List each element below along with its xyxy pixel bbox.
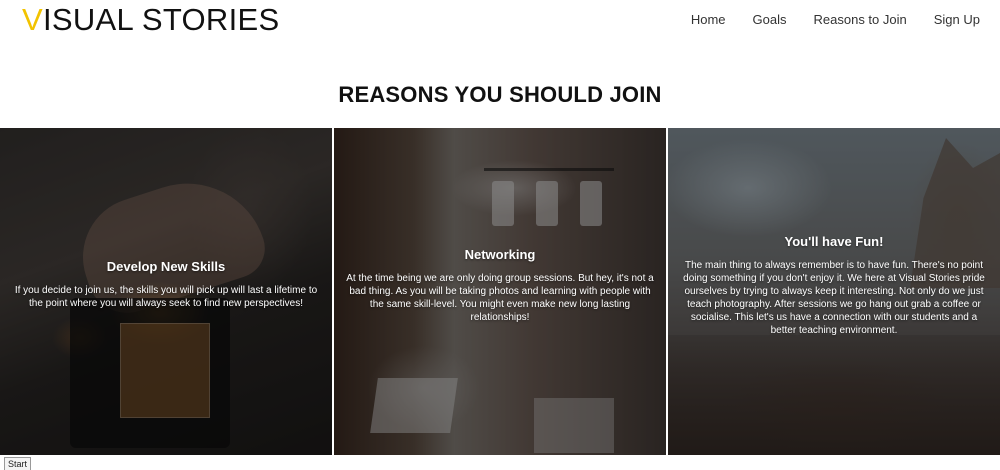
card-text: The main thing to always remember is to …: [683, 260, 985, 336]
main-nav: Home Goals Reasons to Join Sign Up: [664, 12, 980, 27]
card-have-fun: You'll have Fun! The main thing to alway…: [668, 128, 1000, 455]
nav-link-sign-up[interactable]: Sign Up: [934, 12, 980, 27]
card-content: Networking At the time being we are only…: [334, 247, 666, 324]
nav-link-reasons[interactable]: Reasons to Join: [814, 12, 907, 27]
logo-text: ISUAL STORIES: [42, 2, 280, 37]
card-develop-skills: Develop New Skills If you decide to join…: [0, 128, 332, 455]
section-title: REASONS YOU SHOULD JOIN: [338, 82, 662, 107]
card-title: Develop New Skills: [106, 259, 226, 274]
card-text: If you decide to join us, the skills you…: [14, 285, 318, 309]
card-title: Networking: [464, 247, 536, 262]
card-title: You'll have Fun!: [784, 234, 884, 249]
start-button[interactable]: Start: [4, 457, 32, 470]
logo-accent-letter: V: [22, 2, 43, 37]
card-content: Develop New Skills If you decide to join…: [0, 259, 332, 310]
site-logo[interactable]: VISUAL STORIES: [22, 2, 279, 38]
nav-link-home[interactable]: Home: [691, 12, 726, 27]
card-content: You'll have Fun! The main thing to alway…: [668, 234, 1000, 337]
card-networking: Networking At the time being we are only…: [334, 128, 666, 455]
nav-link-goals[interactable]: Goals: [753, 12, 787, 27]
card-text: At the time being we are only doing grou…: [346, 273, 654, 323]
reasons-cards: Develop New Skills If you decide to join…: [0, 128, 1000, 455]
